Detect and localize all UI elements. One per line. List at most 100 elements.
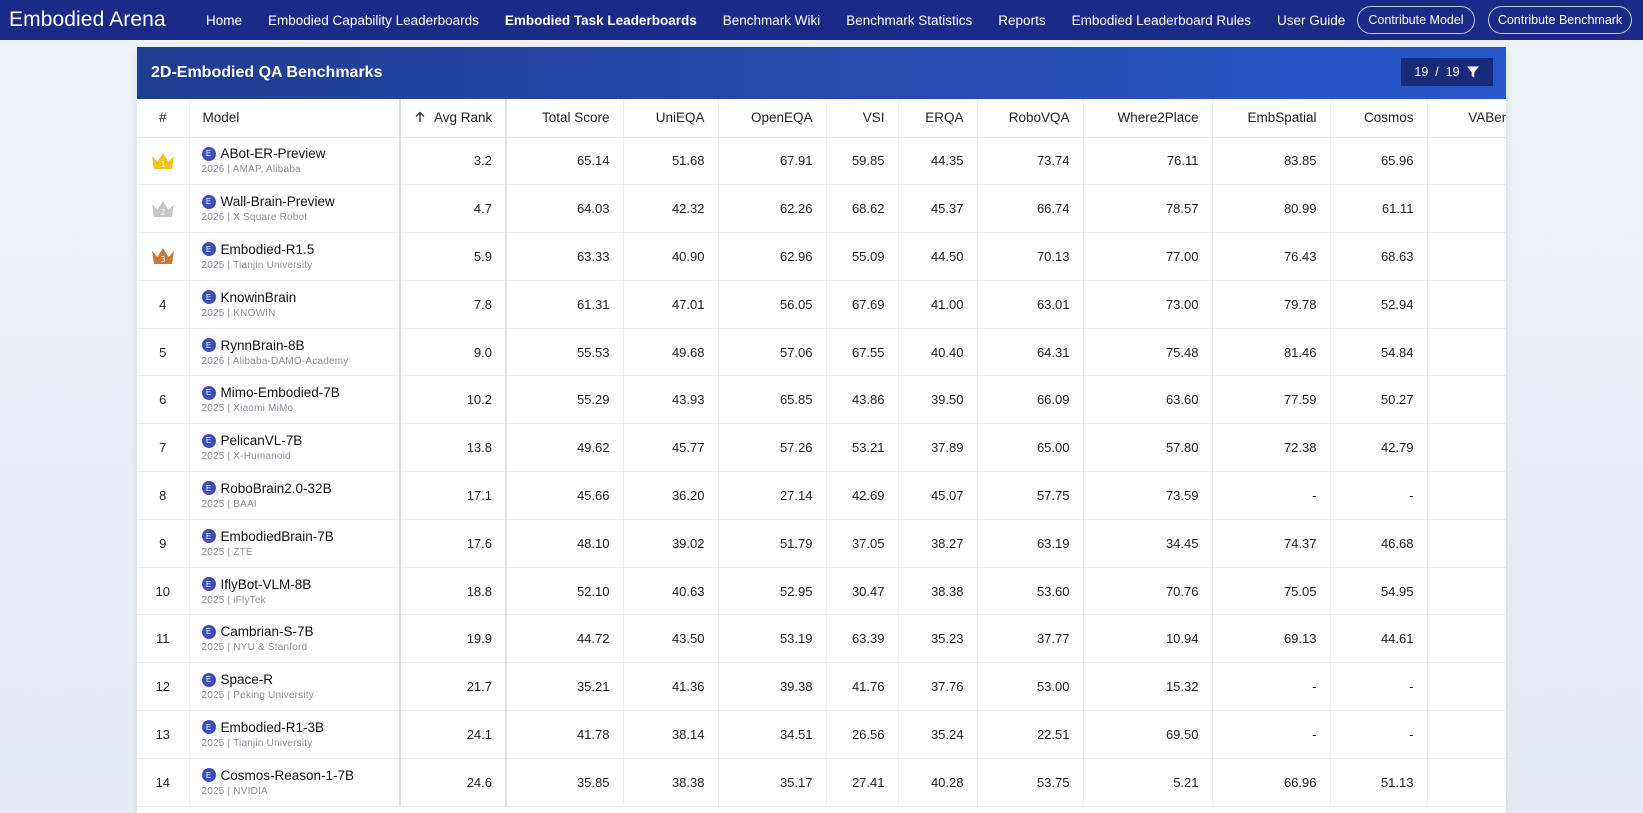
- score-cell: [1427, 423, 1506, 473]
- nav-link-embodied-task-leaderboards[interactable]: Embodied Task Leaderboards: [505, 13, 697, 28]
- model-name[interactable]: IflyBot-VLM-8B: [221, 577, 312, 592]
- score-cell: 63.33: [506, 232, 624, 281]
- brand-logo[interactable]: Embodied Arena: [0, 8, 206, 32]
- score-cell: [1427, 280, 1506, 329]
- model-name[interactable]: Embodied-R1.5: [221, 242, 315, 257]
- model-cell[interactable]: E KnowinBrain 2025 | KNOWIN: [189, 280, 401, 329]
- score-cell: 7.8: [400, 280, 507, 329]
- score-cell: 73.74: [977, 137, 1084, 186]
- model-name[interactable]: RynnBrain-8B: [221, 338, 305, 353]
- model-cell[interactable]: E Cosmos-Reason-1-7B 2025 | NVIDIA: [189, 758, 401, 807]
- score-cell: [1427, 232, 1506, 281]
- model-cell[interactable]: E Space-R 2025 | Peking University: [189, 662, 401, 712]
- column-header-vsi[interactable]: VSI: [826, 99, 899, 138]
- column-header-cosmos[interactable]: Cosmos: [1330, 99, 1428, 138]
- model-cell[interactable]: E Mimo-Embodied-7B 2025 | Xiaomi MiMo: [189, 375, 401, 425]
- column-header-total-score[interactable]: Total Score: [506, 99, 624, 138]
- table-row[interactable]: 8 E RoboBrain2.0-32B 2025 | BAAI 17.1 45.66 36…: [137, 471, 1506, 520]
- model-cell[interactable]: E RoboBrain2.0-32B 2025 | BAAI: [189, 471, 401, 520]
- score-cell: 65.14: [506, 137, 624, 186]
- model-name[interactable]: PelicanVL-7B: [221, 433, 303, 448]
- score-cell: 10.94: [1083, 614, 1213, 664]
- table-row[interactable]: 9 E EmbodiedBrain-7B 2025 | ZTE 17.6 48.10 39.…: [137, 519, 1506, 568]
- model-cell[interactable]: E PelicanVL-7B 2025 | X-Humanoid: [189, 423, 401, 473]
- rank-number: 8: [159, 487, 167, 503]
- model-cell[interactable]: E Wall-Brain-Preview 2026 | X Square Robot: [189, 184, 401, 234]
- model-name[interactable]: Mimo-Embodied-7B: [221, 385, 340, 400]
- model-name-row: E RynnBrain-8B: [201, 338, 387, 353]
- table-row[interactable]: 4 E KnowinBrain 2025 | KNOWIN 7.8 61.31 47.01 5…: [137, 280, 1506, 329]
- column-header-openeqa[interactable]: OpenEQA: [718, 99, 827, 138]
- model-name[interactable]: Space-R: [221, 672, 274, 687]
- score-cell: 37.89: [898, 423, 978, 473]
- column-header-label: ERQA: [925, 110, 964, 126]
- model-cell[interactable]: E Cambrian-S-7B 2025 | NYU & Stanford: [189, 614, 401, 664]
- column-header-robovqa[interactable]: RoboVQA: [977, 99, 1084, 138]
- filter-icon: [1466, 66, 1479, 78]
- nav-link-benchmark-wiki[interactable]: Benchmark Wiki: [723, 13, 821, 28]
- table-row[interactable]: 6 E Mimo-Embodied-7B 2025 | Xiaomi MiMo 10.2…: [137, 375, 1506, 425]
- nav-link-embodied-leaderboard-rules[interactable]: Embodied Leaderboard Rules: [1072, 13, 1251, 28]
- score-cell: [1427, 662, 1506, 712]
- column-header-vabench[interactable]: VABench: [1427, 99, 1506, 138]
- rank-number: 7: [159, 440, 167, 456]
- table-row[interactable]: 13 E Embodied-R1-3B 2025 | Tianjin Universi…: [137, 710, 1506, 759]
- rank-number: 6: [159, 392, 167, 408]
- rank-cell: 2: [137, 184, 190, 234]
- score-cell: 40.28: [898, 758, 978, 807]
- table-row[interactable]: 11 E Cambrian-S-7B 2025 | NYU & Stanford 19.…: [137, 614, 1506, 664]
- nav-link-home[interactable]: Home: [206, 13, 242, 28]
- table-row[interactable]: 12 E Space-R 2025 | Peking University 21.7 35…: [137, 662, 1506, 712]
- nav-link-embodied-capability-leaderboards[interactable]: Embodied Capability Leaderboards: [268, 13, 479, 28]
- nav-link-reports[interactable]: Reports: [998, 13, 1045, 28]
- svg-text:3: 3: [160, 255, 165, 264]
- nav-link-benchmark-statistics[interactable]: Benchmark Statistics: [846, 13, 972, 28]
- table-row[interactable]: 5 E RynnBrain-8B 2026 | Alibaba-DAMO-Academ…: [137, 328, 1506, 377]
- table-row[interactable]: 10 E IflyBot-VLM-8B 2025 | iFlyTek 18.8 52.10…: [137, 567, 1506, 616]
- column-header-embspatial[interactable]: EmbSpatial: [1212, 99, 1331, 138]
- column-header-unieqa[interactable]: UniEQA: [623, 99, 719, 138]
- model-cell[interactable]: E IflyBot-VLM-8B 2025 | iFlyTek: [189, 567, 401, 616]
- score-cell: 78.57: [1083, 184, 1213, 234]
- column-header-erqa[interactable]: ERQA: [898, 99, 978, 138]
- arrow-up-icon[interactable]: [414, 111, 426, 123]
- model-name[interactable]: ABot-ER-Preview: [221, 146, 326, 161]
- score-cell: 40.90: [623, 232, 719, 281]
- rank-cell: 11: [137, 614, 190, 664]
- contribute-benchmark-button[interactable]: Contribute Benchmark: [1488, 6, 1632, 34]
- score-cell: [1427, 328, 1506, 377]
- score-cell: 63.01: [977, 280, 1084, 329]
- model-name[interactable]: Embodied-R1-3B: [221, 720, 325, 735]
- model-name[interactable]: Cambrian-S-7B: [221, 624, 314, 639]
- model-name[interactable]: Wall-Brain-Preview: [221, 194, 335, 209]
- table-row[interactable]: 2 E Wall-Brain-Preview 2026 | X Square Robo…: [137, 184, 1506, 234]
- score-cell: [1427, 471, 1506, 520]
- nav-link-user-guide[interactable]: User Guide: [1277, 13, 1345, 28]
- score-cell: 44.61: [1330, 614, 1428, 664]
- model-name[interactable]: KnowinBrain: [221, 290, 297, 305]
- score-cell: 63.60: [1083, 375, 1213, 425]
- score-cell: 65.85: [718, 375, 827, 425]
- table-row[interactable]: 7 E PelicanVL-7B 2025 | X-Humanoid 13.8 49.62…: [137, 423, 1506, 473]
- rank-cell: 14: [137, 758, 190, 807]
- column-header-where2place[interactable]: Where2Place: [1083, 99, 1213, 138]
- table-row[interactable]: 1 E ABot-ER-Preview 2026 | AMAP, Alibaba 3.2…: [137, 137, 1506, 186]
- model-cell[interactable]: E RynnBrain-8B 2026 | Alibaba-DAMO-Academy: [189, 328, 401, 377]
- score-cell: 51.68: [623, 137, 719, 186]
- score-cell: 52.10: [506, 567, 624, 616]
- table-row[interactable]: 14 E Cosmos-Reason-1-7B 2025 | NVIDIA 24.6 35…: [137, 758, 1506, 807]
- model-cell[interactable]: E EmbodiedBrain-7B 2025 | ZTE: [189, 519, 401, 568]
- contribute-model-button[interactable]: Contribute Model: [1357, 6, 1475, 34]
- model-name[interactable]: RoboBrain2.0-32B: [221, 481, 332, 496]
- model-meta: 2025 | iFlyTek: [201, 594, 266, 606]
- table-row[interactable]: 3 E Embodied-R1.5 2025 | Tianjin University…: [137, 232, 1506, 281]
- benchmark-filter-button[interactable]: 19 / 19: [1401, 58, 1493, 86]
- model-cell[interactable]: E ABot-ER-Preview 2026 | AMAP, Alibaba: [189, 137, 401, 186]
- model-name[interactable]: Cosmos-Reason-1-7B: [221, 768, 355, 783]
- model-cell[interactable]: E Embodied-R1.5 2025 | Tianjin University: [189, 232, 401, 281]
- column-header-label: OpenEQA: [750, 110, 813, 126]
- column-header-avg-rank[interactable]: Avg Rank: [400, 99, 507, 138]
- model-name[interactable]: EmbodiedBrain-7B: [221, 529, 334, 544]
- model-cell[interactable]: E Embodied-R1-3B 2025 | Tianjin University: [189, 710, 401, 759]
- score-cell: 70.76: [1083, 567, 1213, 616]
